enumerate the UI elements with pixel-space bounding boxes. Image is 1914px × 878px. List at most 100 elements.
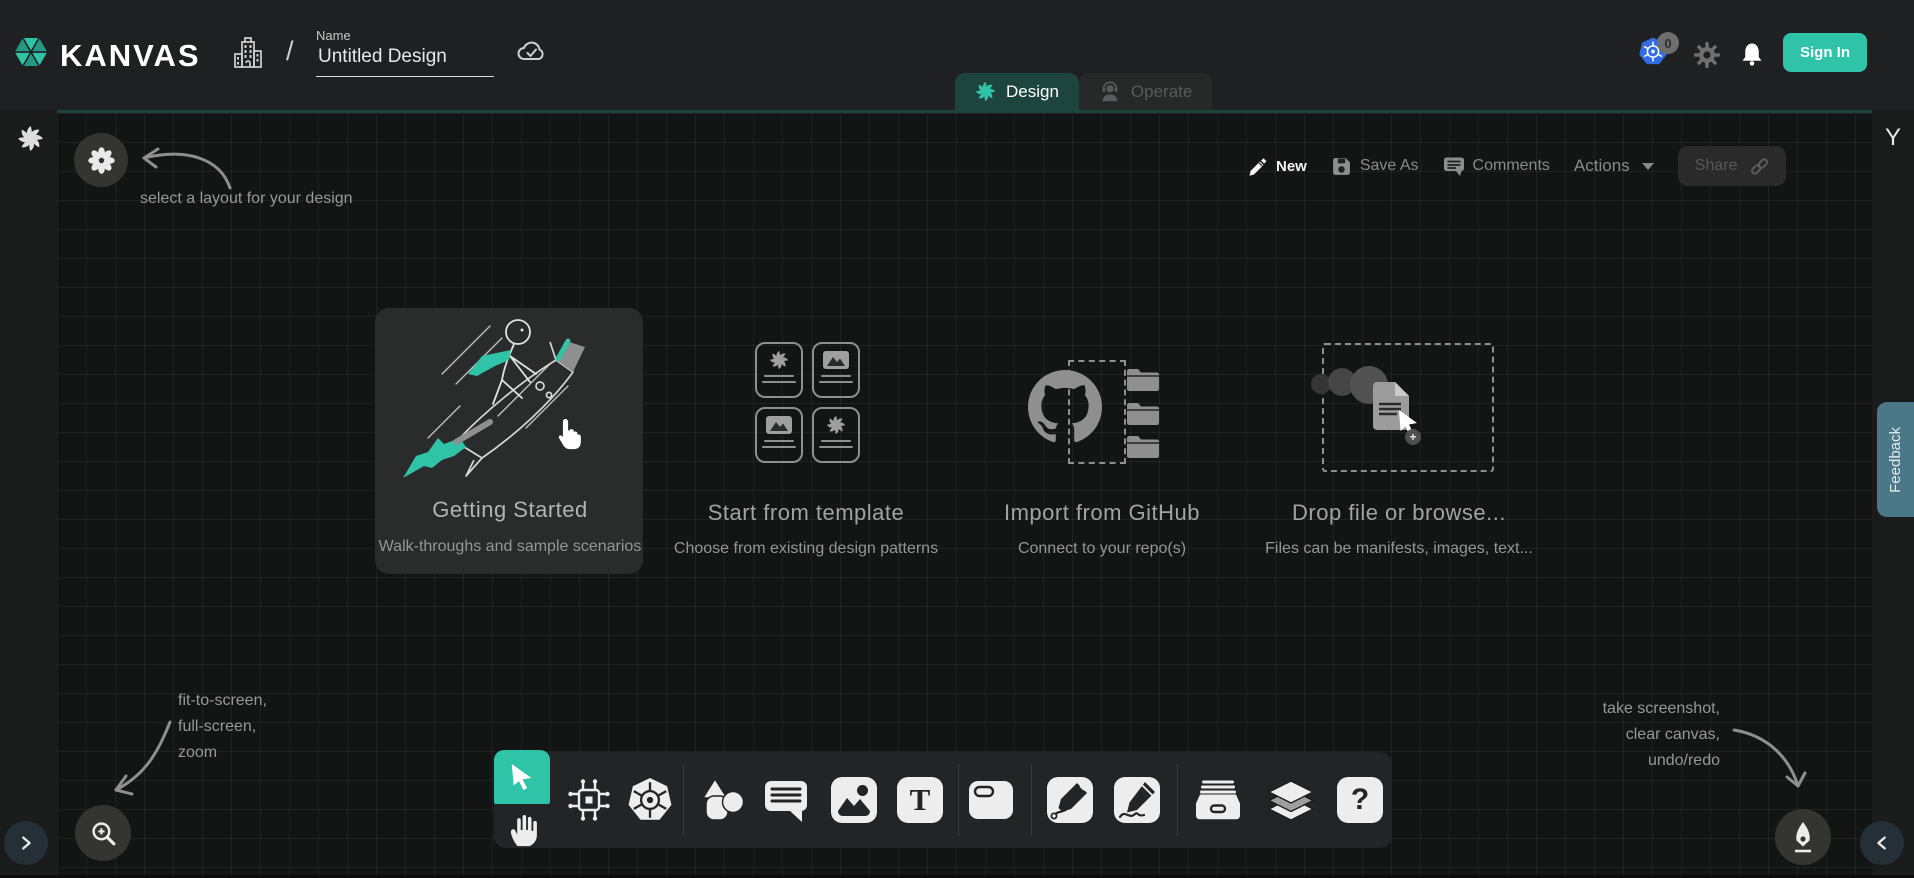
tab-design-label: Design xyxy=(1006,82,1059,102)
screenshot-hint-text: take screenshot, clear canvas, undo/redo xyxy=(1560,696,1720,774)
select-tool[interactable] xyxy=(494,750,550,804)
card-subtitle: Files can be manifests, images, text... xyxy=(1229,540,1569,558)
repo-folder-icon xyxy=(1126,400,1160,426)
pen-tool[interactable] xyxy=(1047,777,1093,823)
left-rail xyxy=(0,110,57,878)
actions-label: Actions xyxy=(1574,156,1630,176)
actions-dropdown[interactable]: Actions xyxy=(1574,156,1654,176)
screenshot-hint-arrow xyxy=(1728,718,1810,802)
tab-operate-label: Operate xyxy=(1131,82,1192,102)
layers-tool[interactable] xyxy=(1268,777,1314,823)
bottom-toolbar: T xyxy=(550,752,1392,848)
rocket-illustration xyxy=(398,310,623,485)
new-label: New xyxy=(1276,158,1307,175)
toolbar-separator xyxy=(958,764,959,836)
chevron-right-icon xyxy=(17,834,35,852)
pencil-icon xyxy=(1248,156,1268,177)
comment-bubble-icon xyxy=(1443,156,1465,177)
kubernetes-tool[interactable] xyxy=(627,777,673,823)
layout-picker-button[interactable] xyxy=(74,133,128,187)
comments-button[interactable]: Comments xyxy=(1443,156,1550,177)
toolbar-separator xyxy=(1031,764,1032,836)
drawer-tool[interactable] xyxy=(1195,777,1241,823)
settings-gear-icon[interactable] xyxy=(1694,42,1720,68)
github-octocat-icon xyxy=(1028,370,1102,444)
tab-operate[interactable]: Operate xyxy=(1079,73,1212,110)
share-button[interactable]: Share xyxy=(1678,146,1786,186)
top-bar: KANVAS / Name xyxy=(0,0,1914,110)
comments-label: Comments xyxy=(1473,157,1550,175)
help-tool[interactable]: ? xyxy=(1337,777,1383,823)
expand-right-panel-button[interactable] xyxy=(1860,821,1904,865)
image-tool[interactable] xyxy=(831,777,877,823)
share-link-icon xyxy=(1750,157,1769,176)
repo-folder-icon xyxy=(1126,433,1160,459)
save-as-label: Save As xyxy=(1360,157,1419,175)
expand-left-panel-button[interactable] xyxy=(4,821,48,865)
hint-line: undo/redo xyxy=(1560,748,1720,774)
card-title: Import from GitHub xyxy=(942,500,1262,526)
org-building-icon[interactable] xyxy=(232,36,264,70)
drawer-icon xyxy=(1195,779,1241,821)
mode-tabs: Design Operate xyxy=(955,73,1212,110)
repo-folder-icon xyxy=(1126,366,1160,392)
toolbar-separator xyxy=(683,764,684,836)
magnifier-plus-icon xyxy=(90,820,117,847)
share-label: Share xyxy=(1695,157,1738,175)
feedback-tab[interactable]: Feedback xyxy=(1877,402,1914,517)
help-glyph: ? xyxy=(1351,783,1369,817)
node-tool[interactable] xyxy=(566,777,612,823)
pan-hand-tool[interactable] xyxy=(506,812,540,848)
new-button[interactable]: New xyxy=(1248,156,1307,177)
notifications-bell-icon[interactable] xyxy=(1740,40,1764,68)
kubernetes-version-button[interactable]: 0 xyxy=(1638,36,1690,70)
toolbar-separator xyxy=(1177,764,1178,836)
card-tool[interactable] xyxy=(968,777,1014,823)
floppy-save-icon xyxy=(1331,156,1352,177)
card-subtitle: Choose from existing design patterns xyxy=(636,540,976,558)
template-thumb-icon xyxy=(812,342,860,398)
image-tool-icon xyxy=(831,777,877,823)
shapes-tool[interactable] xyxy=(699,777,745,823)
kubernetes-helm-icon xyxy=(627,777,673,823)
node-chip-icon xyxy=(566,777,612,823)
breadcrumb-separator: / xyxy=(286,36,294,67)
layers-icon xyxy=(1268,779,1314,821)
design-canvas[interactable]: Y New Save As xyxy=(0,110,1914,878)
pencil-tool[interactable] xyxy=(1114,777,1160,823)
pen-mode-button[interactable] xyxy=(1775,809,1831,865)
version-badge: 0 xyxy=(1657,32,1679,54)
comment-tool[interactable] xyxy=(763,777,809,823)
template-thumb-icon xyxy=(755,407,803,463)
card-title: Getting Started xyxy=(350,497,670,523)
tab-design[interactable]: Design xyxy=(955,73,1079,110)
design-pinwheel-icon xyxy=(975,81,996,102)
design-name-field: Name xyxy=(316,28,494,77)
sign-in-button[interactable]: Sign In xyxy=(1783,33,1867,72)
canvas-action-toolbar: New Save As Comments Actions xyxy=(1248,146,1786,186)
card-tool-icon xyxy=(968,777,1014,823)
hint-line: clear canvas, xyxy=(1560,722,1720,748)
design-name-label: Name xyxy=(316,28,494,43)
chevron-left-icon xyxy=(1873,834,1891,852)
zoom-hint-text: fit-to-screen, full-screen, zoom xyxy=(178,688,267,766)
save-as-button[interactable]: Save As xyxy=(1331,156,1419,177)
kanvas-app: KANVAS / Name xyxy=(0,0,1914,878)
card-subtitle: Connect to your repo(s) xyxy=(932,540,1272,558)
card-title: Drop file or browse... xyxy=(1239,500,1559,526)
select-cursor-icon xyxy=(509,763,535,792)
template-thumb-icon xyxy=(812,407,860,463)
pinwheel-rail-icon[interactable] xyxy=(17,125,44,152)
design-name-input[interactable] xyxy=(316,46,494,77)
zoom-hint-arrow xyxy=(98,710,180,804)
text-tool[interactable]: T xyxy=(897,777,943,823)
hint-line: full-screen, xyxy=(178,714,267,740)
hint-line: zoom xyxy=(178,740,267,766)
pen-nib-icon xyxy=(1789,820,1817,854)
feedback-label: Feedback xyxy=(1887,427,1904,493)
text-tool-glyph: T xyxy=(910,782,931,818)
yaml-toggle[interactable]: Y xyxy=(1872,124,1914,152)
zoom-button[interactable] xyxy=(75,805,131,861)
cloud-synced-icon xyxy=(515,38,549,64)
layout-flower-icon xyxy=(88,147,115,174)
